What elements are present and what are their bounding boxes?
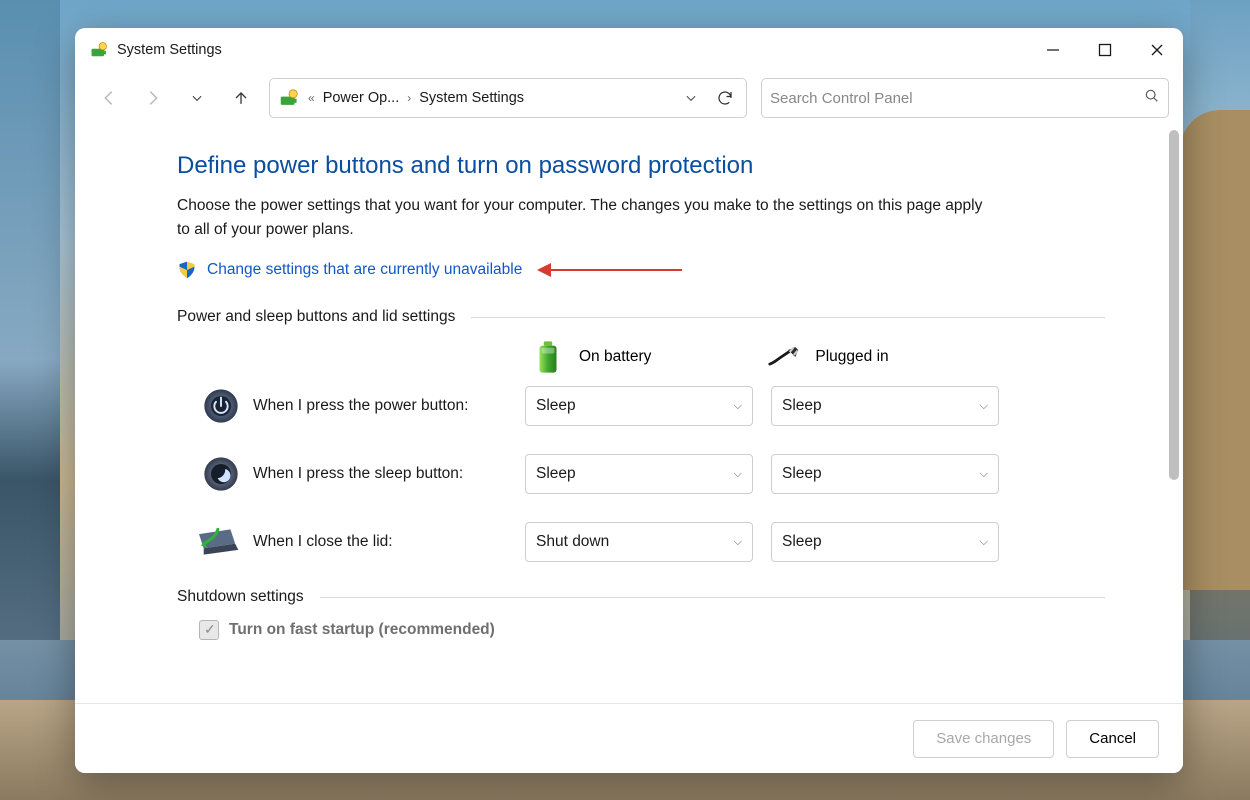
fast-startup-row: ✓ Turn on fast startup (recommended) <box>199 620 1105 640</box>
close-lid-label: When I close the lid: <box>253 533 525 551</box>
row-power-button: When I press the power button: Sleep⌵ Sl… <box>199 384 1105 428</box>
sleep-button-icon <box>199 452 243 496</box>
close-lid-plugged-select[interactable]: Sleep⌵ <box>771 522 999 562</box>
search-input[interactable] <box>770 90 1144 107</box>
chevron-down-icon: ⌵ <box>980 468 988 481</box>
power-button-label: When I press the power button: <box>253 397 525 415</box>
chevron-down-icon: ⌵ <box>734 468 742 481</box>
close-lid-battery-select[interactable]: Shut down⌵ <box>525 522 753 562</box>
scrollbar-thumb[interactable] <box>1169 130 1179 480</box>
refresh-button[interactable] <box>710 83 740 113</box>
forward-button[interactable] <box>133 78 173 118</box>
sleep-button-plugged-select[interactable]: Sleep⌵ <box>771 454 999 494</box>
close-button[interactable] <box>1131 28 1183 72</box>
save-button[interactable]: Save changes <box>913 720 1054 758</box>
check-icon: ✓ <box>204 621 216 638</box>
breadcrumb-overflow[interactable]: « <box>306 91 317 105</box>
col-header-battery: On battery <box>531 340 651 374</box>
chevron-down-icon: ⌵ <box>734 536 742 549</box>
chevron-down-icon: ⌵ <box>980 536 988 549</box>
address-icon <box>278 87 300 109</box>
fast-startup-label: Turn on fast startup (recommended) <box>229 621 495 639</box>
plug-icon <box>767 340 801 374</box>
titlebar: System Settings <box>75 28 1183 72</box>
back-button[interactable] <box>89 78 129 118</box>
page-heading: Define power buttons and turn on passwor… <box>177 152 1105 180</box>
nav-toolbar: « Power Op... › System Settings <box>75 72 1183 124</box>
battery-icon <box>531 340 565 374</box>
row-close-lid: When I close the lid: Shut down⌵ Sleep⌵ <box>199 520 1105 564</box>
close-lid-icon <box>199 520 243 564</box>
power-button-battery-select[interactable]: Sleep⌵ <box>525 386 753 426</box>
col-header-plugged: Plugged in <box>767 340 888 374</box>
section-power-sleep-lid: Power and sleep buttons and lid settings <box>177 308 1105 326</box>
uac-shield-icon <box>177 260 197 280</box>
breadcrumb-separator-icon: › <box>405 91 413 105</box>
search-box[interactable] <box>761 78 1169 118</box>
maximize-button[interactable] <box>1079 28 1131 72</box>
change-settings-link[interactable]: Change settings that are currently unava… <box>207 261 522 279</box>
breadcrumb-power-options[interactable]: Power Op... <box>323 90 400 106</box>
page-description: Choose the power settings that you want … <box>177 194 997 242</box>
sleep-button-battery-select[interactable]: Sleep⌵ <box>525 454 753 494</box>
row-sleep-button: When I press the sleep button: Sleep⌵ Sl… <box>199 452 1105 496</box>
address-dropdown[interactable] <box>678 83 704 113</box>
window: System Settings « Power Op... › System S… <box>75 28 1183 773</box>
minimize-button[interactable] <box>1027 28 1079 72</box>
app-icon <box>89 40 109 60</box>
search-icon[interactable] <box>1144 88 1160 109</box>
annotation-arrow <box>542 269 682 271</box>
window-title: System Settings <box>117 42 222 58</box>
chevron-down-icon: ⌵ <box>734 400 742 413</box>
fast-startup-checkbox[interactable]: ✓ <box>199 620 219 640</box>
power-button-plugged-select[interactable]: Sleep⌵ <box>771 386 999 426</box>
sleep-button-label: When I press the sleep button: <box>253 465 525 483</box>
section-shutdown-settings: Shutdown settings <box>177 588 1105 606</box>
chevron-down-icon: ⌵ <box>980 400 988 413</box>
address-bar[interactable]: « Power Op... › System Settings <box>269 78 747 118</box>
recent-locations-dropdown[interactable] <box>177 78 217 118</box>
power-button-icon <box>199 384 243 428</box>
cancel-button[interactable]: Cancel <box>1066 720 1159 758</box>
scrollbar[interactable] <box>1167 124 1179 701</box>
breadcrumb-system-settings[interactable]: System Settings <box>419 90 524 106</box>
up-button[interactable] <box>221 78 261 118</box>
footer-bar: Save changes Cancel <box>75 703 1183 773</box>
content-pane: Define power buttons and turn on passwor… <box>75 124 1165 701</box>
